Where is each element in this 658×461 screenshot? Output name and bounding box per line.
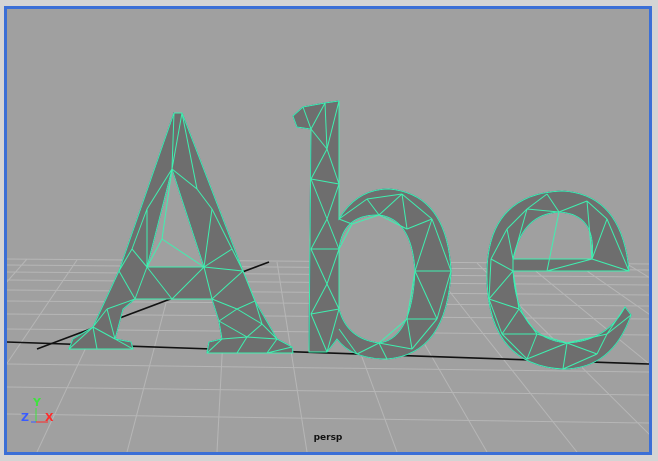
perspective-viewport[interactable]: Y Z X persp [4,6,652,455]
axis-gizmo-lines [31,408,48,423]
axis-orientation-gizmo: Y Z X [21,397,57,433]
camera-name-label: persp [313,433,343,443]
scene-canvas[interactable] [7,9,649,452]
letter-a-mesh[interactable] [68,112,294,354]
letter-e-mesh[interactable] [486,190,632,370]
viewport-panel: Y Z X persp [0,0,658,461]
letter-b-mesh[interactable] [292,100,452,360]
